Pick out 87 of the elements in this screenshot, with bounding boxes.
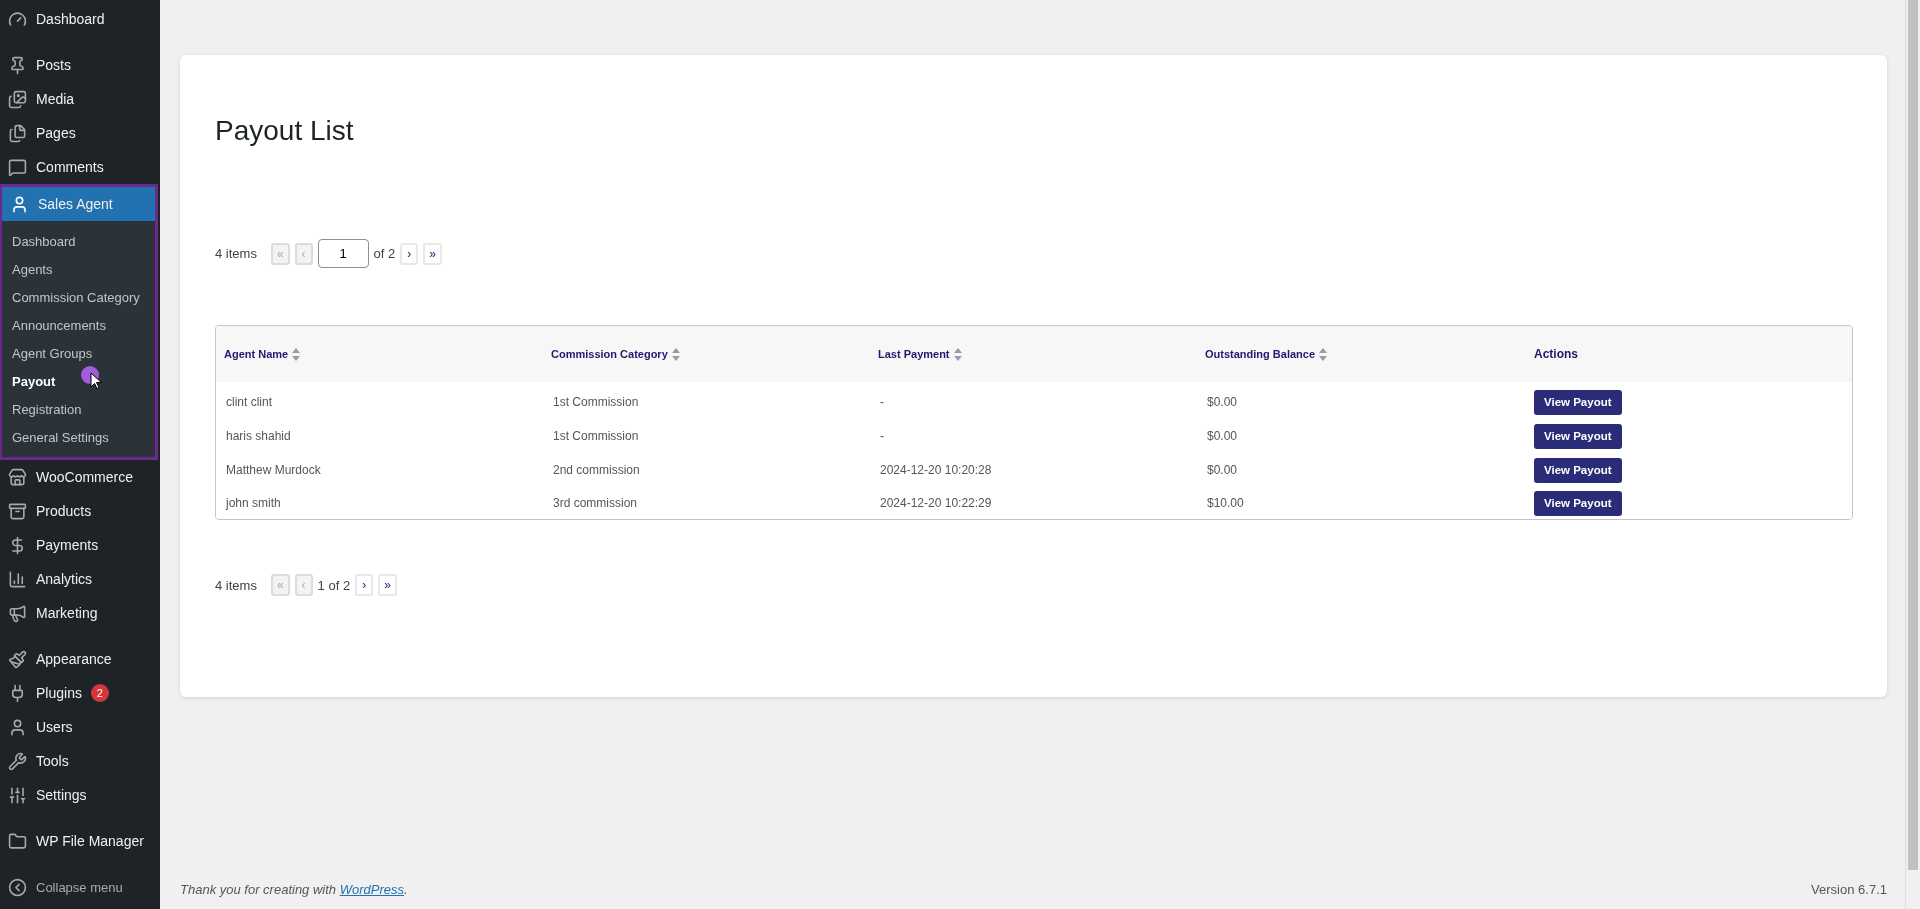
menu-item[interactable]: Settings <box>0 778 160 812</box>
table-cell-text: 2024-12-20 10:20:28 <box>879 463 993 477</box>
pagination-button[interactable]: › <box>400 242 419 265</box>
menu-icon <box>8 157 27 177</box>
view-payout-button[interactable]: View Payout <box>1534 423 1622 449</box>
menu-item[interactable]: Posts <box>0 48 160 82</box>
menu-item[interactable]: Marketing <box>0 596 160 630</box>
scrollbar[interactable] <box>1905 0 1920 909</box>
menu-icon <box>8 467 27 487</box>
pagination-button[interactable]: » <box>423 242 442 265</box>
page-total: of 2 <box>373 246 396 261</box>
menu-item[interactable]: Tools <box>0 744 160 778</box>
menu-icon <box>8 569 27 589</box>
submenu-item[interactable]: Agent Groups <box>2 339 155 367</box>
table-cell-text: $0.00 <box>1206 395 1239 409</box>
submenu-item[interactable]: Commission Category <box>2 283 155 311</box>
table-cell-text: - <box>879 429 885 443</box>
column-header[interactable]: Last Payment <box>870 347 1197 361</box>
pagination-button[interactable]: › <box>355 574 374 596</box>
menu-item[interactable]: Dashboard <box>0 2 160 36</box>
menu-icon <box>10 194 29 214</box>
cursor-icon <box>80 365 102 389</box>
table-cell-text: clint clint <box>225 395 273 409</box>
table-cell-text: $0.00 <box>1206 463 1239 477</box>
menu-icon <box>8 89 27 109</box>
submenu-item[interactable]: Announcements <box>2 311 155 339</box>
table-cell-text: 1st Commission <box>552 429 640 443</box>
submenu-item[interactable]: General Settings <box>2 423 155 451</box>
menu-icon <box>8 649 27 669</box>
page-title: Payout List <box>215 115 355 147</box>
menu-item[interactable]: Analytics <box>0 562 160 596</box>
column-header[interactable]: Agent Name <box>216 347 543 361</box>
menu-icon <box>8 123 27 143</box>
sort-icon <box>1319 347 1328 361</box>
column-header: Actions <box>1533 347 1579 361</box>
menu-icon <box>8 9 27 29</box>
menu-icon <box>8 751 27 771</box>
menu-icon <box>8 501 27 521</box>
page-indicator: 1 of 2 <box>317 577 351 593</box>
table-cell-text: 2024-12-20 10:22:29 <box>879 496 993 510</box>
menu-item[interactable]: Products <box>0 494 160 528</box>
menu-item[interactable]: WP File Manager <box>0 824 160 858</box>
submenu-item[interactable]: Payout <box>2 367 155 395</box>
table-cell-text: $10.00 <box>1206 496 1245 510</box>
submenu-item[interactable]: Agents <box>2 255 155 283</box>
item-count: 4 items <box>215 246 257 261</box>
table-cell-text: 1st Commission <box>552 395 640 409</box>
menu-item[interactable]: Users <box>0 710 160 744</box>
table-cell-text: 3rd commission <box>552 496 639 510</box>
menu-item[interactable]: WooCommerce <box>0 460 160 494</box>
submenu-item[interactable]: Dashboard <box>2 227 155 255</box>
pagination-button[interactable]: » <box>378 574 397 596</box>
menu-icon <box>8 785 27 805</box>
menu-icon <box>8 603 27 623</box>
item-count: 4 items <box>215 577 257 593</box>
table-cell-text: john smith <box>224 496 282 510</box>
table-cell-text: Matthew Murdock <box>225 463 322 477</box>
menu-item[interactable]: Comments <box>0 150 160 184</box>
menu-item[interactable]: Appearance <box>0 642 160 676</box>
menu-item[interactable]: Media <box>0 82 160 116</box>
sort-icon <box>292 347 301 361</box>
table-cell-text: 2nd commission <box>552 463 641 477</box>
view-payout-button[interactable]: View Payout <box>1534 490 1622 516</box>
column-header[interactable]: Commission Category <box>543 347 870 361</box>
collapse-icon <box>8 877 27 897</box>
table-cell-text: - <box>879 395 885 409</box>
menu-icon <box>8 717 27 737</box>
footer-credit: Thank you for creating with WordPress. <box>180 881 408 897</box>
menu-item[interactable]: Pages <box>0 116 160 150</box>
view-payout-button[interactable]: View Payout <box>1534 389 1622 415</box>
menu-item[interactable]: Sales Agent <box>2 187 155 221</box>
view-payout-button[interactable]: View Payout <box>1534 457 1622 483</box>
table-cell-text: haris shahid <box>225 429 292 443</box>
collapse-menu-button[interactable]: Collapse menu <box>0 870 160 904</box>
sort-icon <box>953 347 962 361</box>
menu-icon <box>8 55 27 75</box>
wordpress-link[interactable]: WordPress <box>339 881 404 897</box>
menu-item[interactable]: Plugins 2 <box>0 676 160 710</box>
menu-icon <box>8 831 27 851</box>
update-count-badge: 2 <box>90 684 109 702</box>
sort-icon <box>671 347 680 361</box>
menu-item[interactable]: Payments <box>0 528 160 562</box>
page-input[interactable]: 1 <box>317 239 369 268</box>
column-header[interactable]: Outstanding Balance <box>1197 347 1524 361</box>
table-cell-text: $0.00 <box>1206 429 1239 443</box>
submenu-item[interactable]: Registration <box>2 395 155 423</box>
version-label: Version 6.7.1 <box>1811 881 1887 897</box>
